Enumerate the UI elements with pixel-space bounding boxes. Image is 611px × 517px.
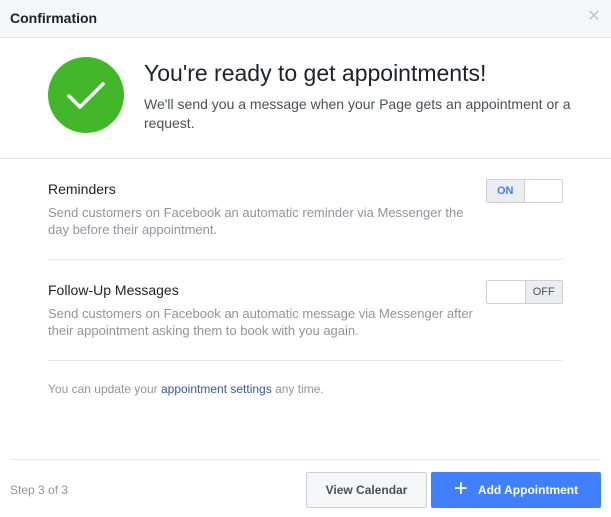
reminders-toggle[interactable]: ON <box>486 179 563 203</box>
note-prefix: You can update your <box>48 382 161 396</box>
settings-note: You can update your appointment settings… <box>48 382 324 396</box>
dialog-title: Confirmation <box>10 10 98 26</box>
step-indicator: Step 3 of 3 <box>10 483 69 497</box>
add-appointment-button[interactable]: + Add Appointment <box>431 472 601 508</box>
hero-title: You're ready to get appointments! <box>144 60 487 86</box>
toggle-blank <box>487 281 525 303</box>
setting-description: Send customers on Facebook an automatic … <box>48 306 473 338</box>
follow-up-toggle[interactable]: OFF <box>486 280 563 304</box>
dialog-header: Confirmation ✕ <box>0 0 611 38</box>
toggle-off-label: OFF <box>524 281 562 303</box>
appointment-settings-link[interactable]: appointment settings <box>161 382 272 396</box>
toggle-on-label: ON <box>487 180 525 202</box>
hero-description: We'll send you a message when your Page … <box>144 96 571 131</box>
close-icon[interactable]: ✕ <box>587 9 601 25</box>
divider <box>48 360 563 361</box>
setting-description: Send customers on Facebook an automatic … <box>48 205 464 237</box>
view-calendar-label: View Calendar <box>325 483 408 497</box>
note-suffix: any time. <box>271 382 324 396</box>
confirmation-hero: You're ready to get appointments! We'll … <box>0 38 611 159</box>
checkmark-circle-icon <box>48 57 124 133</box>
divider <box>48 259 563 260</box>
plus-icon: + <box>453 474 468 502</box>
add-appointment-label: Add Appointment <box>477 483 579 497</box>
toggle-blank <box>524 180 562 202</box>
view-calendar-button[interactable]: View Calendar <box>306 472 427 508</box>
footer-divider <box>10 459 601 460</box>
